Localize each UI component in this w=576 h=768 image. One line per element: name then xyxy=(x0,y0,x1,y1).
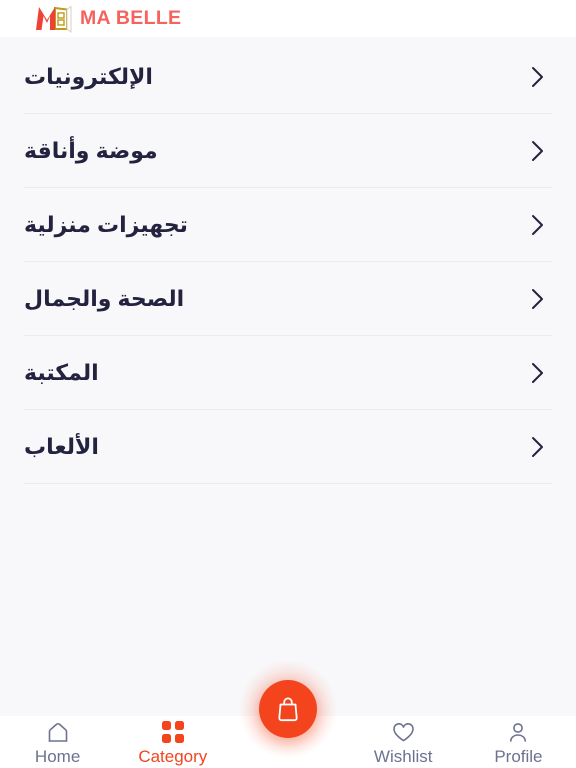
nav-item-wishlist[interactable]: Wishlist xyxy=(346,716,461,767)
brand-wordmark: MA BELLE xyxy=(80,6,182,29)
category-row-bookstore[interactable]: المكتبة xyxy=(24,336,552,410)
category-row-health-beauty[interactable]: الصحة والجمال xyxy=(24,262,552,336)
category-list: الإلكترونيات موضة وأناقة تجهيزات منزلية … xyxy=(0,40,576,484)
nav-item-home[interactable]: Home xyxy=(0,716,115,767)
category-row-electronics[interactable]: الإلكترونيات xyxy=(24,40,552,114)
brand-logo[interactable]: MA BELLE xyxy=(34,5,181,33)
category-row-fashion[interactable]: موضة وأناقة xyxy=(24,114,552,188)
person-icon xyxy=(508,721,528,743)
category-list-container: الإلكترونيات موضة وأناقة تجهيزات منزلية … xyxy=(0,37,576,768)
nav-item-category[interactable]: Category xyxy=(115,716,230,767)
category-label: الصحة والجمال xyxy=(24,286,185,312)
nav-label-home: Home xyxy=(34,747,81,766)
nav-label-category: Category xyxy=(138,747,208,766)
category-row-home-supplies[interactable]: تجهيزات منزلية xyxy=(24,188,552,262)
category-label: المكتبة xyxy=(24,360,99,386)
chevron-right-icon[interactable] xyxy=(524,138,550,164)
category-label: الألعاب xyxy=(24,434,99,460)
app-screen: MA BELLE الإلكترونيات موضة وأناقة تجهيزا… xyxy=(0,0,576,768)
chevron-right-icon[interactable] xyxy=(524,360,550,386)
cart-fab-button[interactable] xyxy=(259,680,317,738)
heart-icon xyxy=(392,721,415,743)
cart-fab-wrapper xyxy=(238,659,338,759)
nav-label-profile: Profile xyxy=(494,747,543,766)
shopping-bag-icon xyxy=(275,695,301,723)
app-header: MA BELLE xyxy=(0,0,576,37)
chevron-right-icon[interactable] xyxy=(524,212,550,238)
category-row-toys[interactable]: الألعاب xyxy=(24,410,552,484)
home-icon xyxy=(47,721,69,743)
chevron-right-icon[interactable] xyxy=(524,434,550,460)
nav-label-wishlist: Wishlist xyxy=(373,747,433,766)
chevron-right-icon[interactable] xyxy=(524,286,550,312)
chevron-right-icon[interactable] xyxy=(524,64,550,90)
nav-item-profile[interactable]: Profile xyxy=(461,716,576,767)
grid-icon-squares xyxy=(161,721,184,743)
category-label: موضة وأناقة xyxy=(24,138,158,164)
grid-icon xyxy=(161,721,184,743)
ma-belle-monogram-icon xyxy=(34,5,82,33)
category-label: الإلكترونيات xyxy=(24,64,153,90)
category-label: تجهيزات منزلية xyxy=(24,212,188,238)
